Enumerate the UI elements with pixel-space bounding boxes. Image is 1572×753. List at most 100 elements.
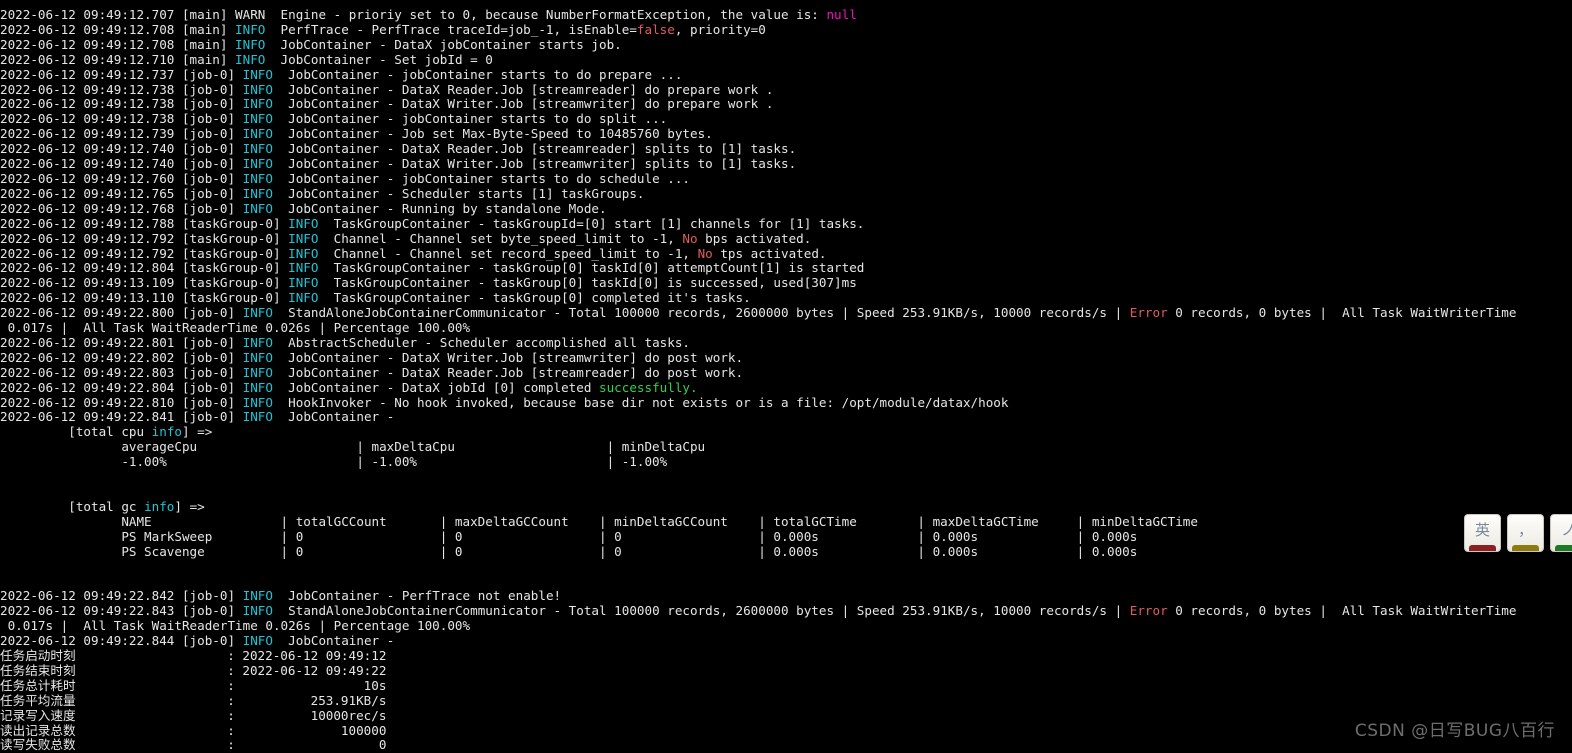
terminal-segment: 2022-06-12 09:49:12.738 [job-0] <box>0 97 243 112</box>
terminal-line-log-029: 2022-06-12 09:49:22.842 [job-0] INFO Job… <box>0 589 1572 604</box>
terminal-segment: 2022-06-12 09:49:12.739 [job-0] <box>0 127 243 142</box>
terminal-segment: null <box>826 8 857 22</box>
terminal-segment: 2022-06-12 09:49:12.765 [job-0] <box>0 186 243 201</box>
terminal-line-log-031: 0.017s | All Task WaitReaderTime 0.026s … <box>0 619 1572 634</box>
terminal-segment: [total cpu <box>0 425 152 440</box>
ime-key-extra-mode[interactable]: ノ <box>1550 514 1572 552</box>
terminal-line-log-007: 2022-06-12 09:49:12.738 [job-0] INFO Job… <box>0 97 1572 112</box>
terminal-line-log-021: 2022-06-12 09:49:22.800 [job-0] INFO Sta… <box>0 306 1572 321</box>
terminal-segment: 任务启动时刻 : 2022-06-12 09:49:12 <box>0 648 387 663</box>
terminal-segment: INFO <box>242 97 273 112</box>
terminal-segment: WARN <box>235 8 273 22</box>
terminal-line-cpu-values: -1.00% | -1.00% | -1.00% <box>0 455 1572 470</box>
terminal-segment: JobContainer - DataX Writer.Job [streamw… <box>272 350 744 365</box>
terminal-line-spacer-2 <box>0 485 1572 500</box>
terminal-segment: TaskGroupContainer - taskGroup[0] taskId… <box>318 276 857 291</box>
terminal-segment: StandAloneJobContainerCommunicator - Tot… <box>272 306 1130 321</box>
terminal-segment: 2022-06-12 09:49:12.788 [taskGroup-0] <box>0 216 289 231</box>
terminal-segment: INFO <box>242 365 273 380</box>
terminal-segment: JobContainer - DataX Writer.Job [streamw… <box>272 157 797 172</box>
ime-key-language-mode[interactable]: 英 <box>1464 514 1501 552</box>
terminal-line-log-032: 2022-06-12 09:49:22.844 [job-0] INFO Job… <box>0 634 1572 649</box>
terminal-segment: INFO <box>242 335 273 350</box>
terminal-line-log-027: 2022-06-12 09:49:22.810 [job-0] INFO Hoo… <box>0 396 1572 411</box>
terminal-line-summary-total-elapsed: 任务总计耗时 : 10s <box>0 679 1572 694</box>
terminal-segment <box>0 574 8 588</box>
terminal-segment: JobContainer - Scheduler starts [1] task… <box>272 186 645 201</box>
terminal-segment: INFO <box>242 634 273 649</box>
terminal-segment: 2022-06-12 09:49:12.708 [main] <box>0 22 236 37</box>
terminal-segment: 读出记录总数 : 100000 <box>0 723 387 738</box>
terminal-segment: JobContainer - DataX Reader.Job [streamr… <box>272 365 744 380</box>
terminal-segment: INFO <box>242 201 273 216</box>
terminal-line-spacer-3 <box>0 560 1572 575</box>
terminal-segment: 2022-06-12 09:49:22.842 [job-0] <box>0 589 243 604</box>
terminal-segment: 2022-06-12 09:49:12.738 [job-0] <box>0 112 243 127</box>
terminal-output[interactable]: 2022-06-12 09:49:12.707 [main] WARN Engi… <box>0 0 1572 753</box>
terminal-line-log-016: 2022-06-12 09:49:12.792 [taskGroup-0] IN… <box>0 232 1572 247</box>
terminal-segment: INFO <box>242 395 273 410</box>
terminal-segment: 任务总计耗时 : 10s <box>0 678 387 693</box>
terminal-line-log-002: 2022-06-12 09:49:12.708 [main] INFO Perf… <box>0 23 1572 38</box>
terminal-segment: INFO <box>242 380 273 395</box>
terminal-segment: info <box>144 499 175 514</box>
terminal-segment: 2022-06-12 09:49:22.801 [job-0] <box>0 335 243 350</box>
terminal-segment: 2022-06-12 09:49:12.760 [job-0] <box>0 171 243 186</box>
terminal-segment: 2022-06-12 09:49:22.803 [job-0] <box>0 365 243 380</box>
terminal-segment: 2022-06-12 09:49:22.802 [job-0] <box>0 350 243 365</box>
terminal-segment: INFO <box>288 291 319 306</box>
terminal-segment: PerfTrace - PerfTrace traceId=job_-1, is… <box>265 22 637 37</box>
terminal-segment: 2022-06-12 09:49:22.810 [job-0] <box>0 395 243 410</box>
terminal-segment: INFO <box>288 261 319 276</box>
terminal-line-log-023: 2022-06-12 09:49:22.801 [job-0] INFO Abs… <box>0 336 1572 351</box>
terminal-segment: JobContainer - jobContainer starts to do… <box>272 67 683 82</box>
terminal-segment: INFO <box>242 142 273 157</box>
terminal-segment: 2022-06-12 09:49:13.109 [taskGroup-0] <box>0 276 289 291</box>
terminal-line-gc-row-marksweep: PS MarkSweep | 0 | 0 | 0 | 0.000s | 0.00… <box>0 530 1572 545</box>
terminal-line-log-008: 2022-06-12 09:49:12.738 [job-0] INFO Job… <box>0 112 1572 127</box>
terminal-segment: TaskGroupContainer - taskGroupId=[0] sta… <box>318 216 865 231</box>
terminal-line-log-024: 2022-06-12 09:49:22.802 [job-0] INFO Job… <box>0 351 1572 366</box>
terminal-line-log-025: 2022-06-12 09:49:22.803 [job-0] INFO Job… <box>0 366 1572 381</box>
terminal-line-cpu-header: [total cpu info] => <box>0 425 1572 440</box>
terminal-line-log-011: 2022-06-12 09:49:12.740 [job-0] INFO Job… <box>0 157 1572 172</box>
terminal-segment: [total gc <box>0 499 145 514</box>
terminal-segment: INFO <box>235 52 266 67</box>
terminal-segment <box>0 470 8 484</box>
ime-status-bar <box>1469 545 1496 551</box>
terminal-line-log-004: 2022-06-12 09:49:12.710 [main] INFO JobC… <box>0 53 1572 68</box>
terminal-segment: 2022-06-12 09:49:12.792 [taskGroup-0] <box>0 231 289 246</box>
terminal-segment: 记录写入速度 : 10000rec/s <box>0 708 387 723</box>
terminal-segment: JobContainer - jobContainer starts to do… <box>272 112 668 127</box>
terminal-segment: bps activated. <box>697 231 812 246</box>
terminal-segment: INFO <box>288 276 319 291</box>
terminal-line-summary-read-records: 读出记录总数 : 100000 <box>0 724 1572 739</box>
terminal-segment: No <box>682 231 698 246</box>
ime-status-bar <box>1555 545 1572 551</box>
terminal-segment: ] => <box>174 499 205 514</box>
terminal-segment: 2022-06-12 09:49:12.710 [main] <box>0 52 236 67</box>
ime-toolbar[interactable]: 英 ， ノ <box>1464 514 1572 552</box>
terminal-segment: Engine - prioriy set to 0, because Numbe… <box>272 8 827 22</box>
terminal-segment: INFO <box>242 350 273 365</box>
terminal-line-log-015: 2022-06-12 09:49:12.788 [taskGroup-0] IN… <box>0 217 1572 232</box>
terminal-segment: Channel - Channel set record_speed_limit… <box>318 246 698 261</box>
terminal-segment: JobContainer - Running by standalone Mod… <box>272 201 607 216</box>
terminal-segment: No <box>697 246 713 261</box>
terminal-line-summary-failed-records: 读写失败总数 : 0 <box>0 738 1572 753</box>
watermark: CSDN @日写BUG八百行 <box>1354 721 1555 741</box>
terminal-segment: INFO <box>242 186 273 201</box>
terminal-segment: JobContainer - Set jobId = 0 <box>265 52 493 67</box>
terminal-segment <box>0 560 8 574</box>
terminal-segment: 2022-06-12 09:49:12.738 [job-0] <box>0 82 243 97</box>
terminal-segment: 0 records, 0 bytes | All Task WaitWriter… <box>1167 604 1517 619</box>
ime-key-punctuation-mode[interactable]: ， <box>1507 514 1544 552</box>
terminal-segment: TaskGroupContainer - taskGroup[0] taskId… <box>318 261 865 276</box>
terminal-line-summary-write-speed: 记录写入速度 : 10000rec/s <box>0 709 1572 724</box>
terminal-segment: JobContainer - jobContainer starts to do… <box>272 171 690 186</box>
terminal-segment: INFO <box>242 410 273 425</box>
terminal-segment: JobContainer - <box>272 634 402 649</box>
terminal-segment: INFO <box>242 127 273 142</box>
terminal-segment: INFO <box>242 112 273 127</box>
terminal-segment: 0.017s | All Task WaitReaderTime 0.026s … <box>0 321 471 336</box>
